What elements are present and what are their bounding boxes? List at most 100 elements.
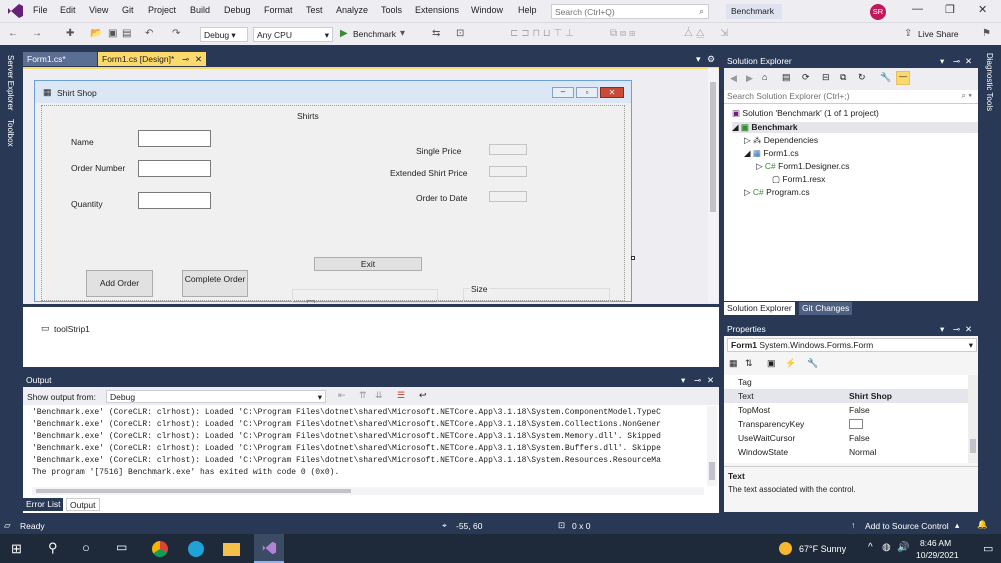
network-icon[interactable]: ◍	[882, 542, 891, 553]
menu-analyze[interactable]: Analyze	[336, 5, 368, 15]
refresh-icon[interactable]: ↻	[858, 72, 866, 83]
toolbox-tab[interactable]: Toolbox	[6, 119, 15, 147]
form-minimize-icon[interactable]: –	[552, 87, 574, 98]
add-order-button[interactable]: Add Order	[86, 270, 153, 297]
property-value[interactable]: False	[849, 433, 870, 443]
tab-git-changes[interactable]: Git Changes	[799, 302, 853, 315]
alphabetical-icon[interactable]: ⇅	[745, 358, 753, 369]
quantity-field[interactable]	[138, 192, 211, 209]
chevron-down-icon[interactable]: ▾	[940, 324, 944, 335]
menu-help[interactable]: Help	[518, 5, 537, 15]
pin-icon[interactable]: ⊸	[953, 56, 960, 67]
size-groupbox[interactable]: Size	[463, 284, 610, 303]
visual-studio-logo-icon[interactable]	[6, 3, 24, 19]
chevron-down-icon[interactable]: ▾	[681, 375, 685, 386]
property-row-selected[interactable]: Text Shirt Shop	[724, 389, 968, 403]
close-icon[interactable]: ✕	[965, 56, 972, 67]
pin-icon[interactable]: ⊸	[694, 375, 701, 386]
restore-icon[interactable]: ❐	[945, 3, 955, 16]
collapse-all-icon[interactable]: ⊟	[822, 72, 830, 83]
scrollbar-thumb[interactable]	[709, 462, 715, 480]
file-explorer-icon[interactable]	[223, 543, 240, 556]
volume-icon[interactable]: 🔊	[897, 542, 909, 553]
chevron-down-icon[interactable]: ▾	[940, 56, 944, 67]
tree-item-form1-resx[interactable]: ▢ Form1.resx	[772, 174, 825, 185]
word-wrap-icon[interactable]: ↩	[419, 390, 427, 401]
menu-tools[interactable]: Tools	[381, 5, 402, 15]
weather-text[interactable]: 67°F Sunny	[799, 544, 846, 554]
goto-message-icon[interactable]: ⇤	[338, 390, 346, 401]
clock-time[interactable]: 8:46 AM	[920, 538, 951, 548]
tree-item-program[interactable]: ▷ C# Program.cs	[744, 187, 810, 198]
back-icon[interactable]: ←	[8, 28, 18, 39]
tray-chevron-icon[interactable]: ^	[868, 542, 873, 553]
chevron-down-icon[interactable]: ▾	[400, 28, 405, 39]
menu-project[interactable]: Project	[148, 5, 176, 15]
tab-solution-explorer[interactable]: Solution Explorer	[724, 302, 795, 315]
preview-selected-icon[interactable]: —	[896, 71, 910, 85]
notifications-icon[interactable]: 🔔	[977, 519, 988, 530]
redo-icon[interactable]: ↷	[172, 28, 180, 39]
tab-output[interactable]: Output	[66, 498, 100, 511]
designer-scrollbar[interactable]	[708, 68, 718, 302]
pin-icon[interactable]: ⊸	[953, 324, 960, 335]
output-horizontal-scrollbar[interactable]	[32, 487, 704, 495]
output-source-select[interactable]: Debug ▾	[106, 390, 326, 403]
tab-error-list[interactable]: Error List	[23, 498, 64, 511]
server-explorer-tab[interactable]: Server Explorer	[6, 55, 15, 111]
prev-message-icon[interactable]: ⇈	[359, 390, 367, 401]
close-icon[interactable]: ✕	[965, 324, 972, 335]
property-row[interactable]: TopMost False	[724, 403, 968, 417]
close-icon[interactable]: ✕	[707, 375, 714, 386]
menu-debug[interactable]: Debug	[224, 5, 251, 15]
categorized-icon[interactable]: ▦	[729, 358, 738, 369]
configuration-select[interactable]: Debug ▾	[200, 27, 248, 42]
tree-item-project[interactable]: ◢ ▣ Benchmark	[732, 122, 978, 133]
tree-item-solution[interactable]: ▣ Solution 'Benchmark' (1 of 1 project)	[732, 108, 879, 119]
diagnostic-tools-tab[interactable]: Diagnostic Tools	[985, 53, 994, 111]
minimize-icon[interactable]: —	[912, 3, 923, 15]
tree-item-dependencies[interactable]: ▷ ⁂ Dependencies	[744, 135, 818, 146]
add-to-source-control[interactable]: Add to Source Control	[865, 521, 949, 531]
properties-wrench-icon[interactable]: 🔧	[880, 72, 891, 83]
switch-views-icon[interactable]: ▤	[782, 72, 791, 83]
scrollbar-thumb[interactable]	[970, 439, 976, 453]
new-project-icon[interactable]: ✚	[66, 28, 74, 39]
property-value[interactable]: Normal	[849, 447, 876, 457]
cortana-icon[interactable]: ○	[82, 540, 90, 555]
menu-extensions[interactable]: Extensions	[415, 5, 459, 15]
property-row[interactable]: Tag	[724, 375, 968, 389]
browser-link-icon[interactable]: ⇆	[432, 28, 440, 39]
properties-object-select[interactable]: Form1 System.Windows.Forms.Form ▾	[727, 338, 977, 352]
chevron-down-icon[interactable]: ▾	[696, 54, 701, 65]
pin-icon[interactable]: ⊸	[182, 54, 189, 65]
windows-start-icon[interactable]: ⊞	[11, 541, 22, 557]
feedback-icon[interactable]: ⚑	[982, 28, 991, 39]
tab-form1-design[interactable]: Form1.cs [Design]* ⊸ ✕	[98, 52, 206, 66]
undo-icon[interactable]: ↶	[145, 28, 153, 39]
start-icon[interactable]: ▶	[340, 28, 348, 39]
clock-date[interactable]: 10/29/2021	[916, 550, 959, 560]
camera-icon[interactable]: ⊡	[456, 28, 464, 39]
properties-icon[interactable]: ▣	[767, 358, 776, 369]
search-input[interactable]: Search (Ctrl+Q) ⌕	[551, 4, 709, 19]
save-all-icon[interactable]: ▤	[122, 28, 131, 39]
name-field[interactable]	[138, 130, 211, 147]
solution-search-input[interactable]: Search Solution Explorer (Ctrl+;) ⌕ ▾	[724, 90, 978, 104]
menu-build[interactable]: Build	[190, 5, 210, 15]
order-number-field[interactable]	[138, 160, 211, 177]
clear-all-icon[interactable]: ☰	[397, 390, 405, 401]
menu-file[interactable]: File	[33, 5, 48, 15]
platform-select[interactable]: Any CPU ▾	[253, 27, 333, 42]
resize-handle[interactable]	[631, 256, 635, 260]
sync-icon[interactable]: ⟳	[802, 72, 810, 83]
menu-view[interactable]: View	[89, 5, 108, 15]
color-swatch[interactable]	[849, 419, 863, 429]
start-button-label[interactable]: Benchmark	[353, 29, 396, 39]
tab-order-icon[interactable]: ⇲	[720, 28, 728, 39]
complete-order-button[interactable]: Complete Order	[182, 270, 248, 297]
back-icon[interactable]: ◀	[730, 73, 737, 84]
open-folder-icon[interactable]: 📂	[90, 28, 102, 39]
events-icon[interactable]: ⚡	[785, 358, 796, 369]
chrome-icon[interactable]	[152, 541, 168, 557]
